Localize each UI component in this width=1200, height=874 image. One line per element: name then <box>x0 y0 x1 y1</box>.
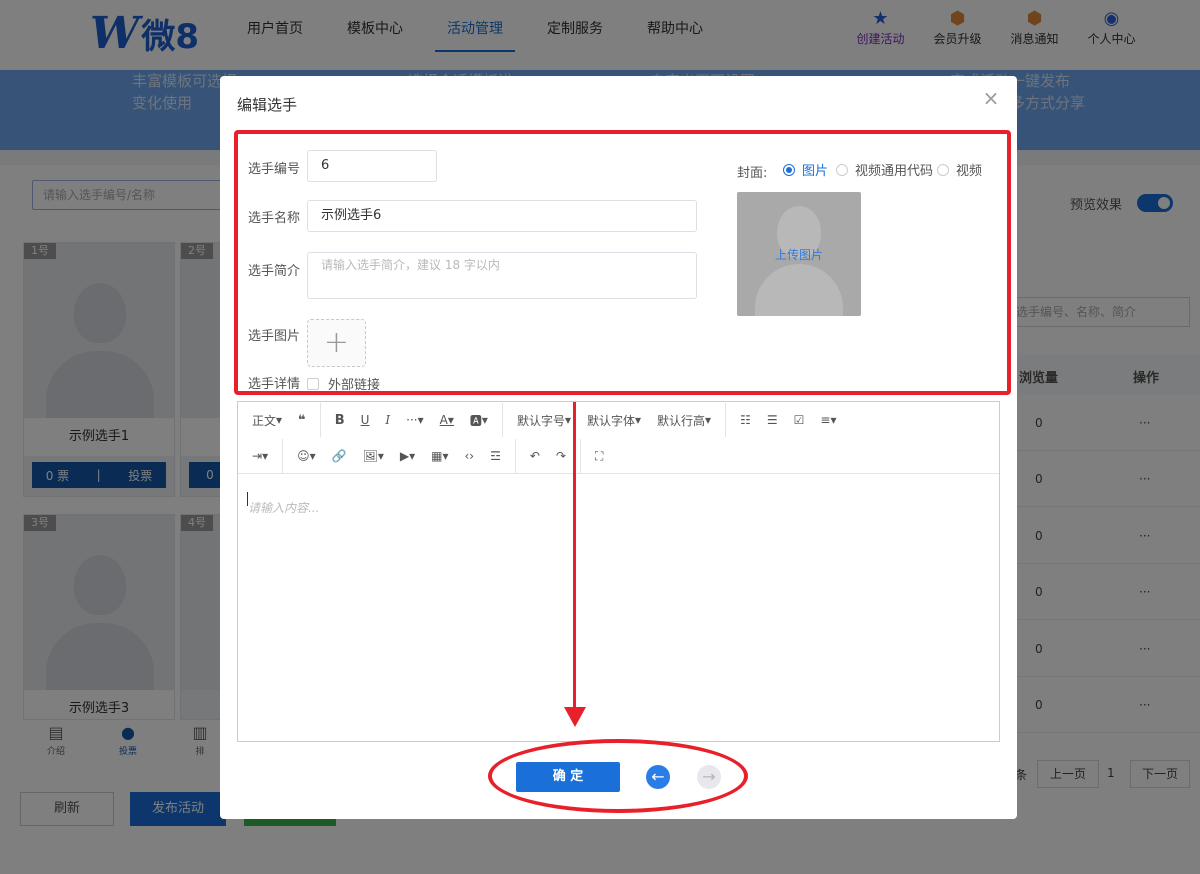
bullet-list-icon[interactable]: ☷ <box>732 406 759 434</box>
annotation-arrow-head <box>564 707 586 727</box>
emoji-dropdown[interactable]: ☺ ▾ <box>289 442 324 470</box>
italic-icon[interactable]: I <box>377 406 398 434</box>
line-height-dropdown[interactable]: 默认行高 ▾ <box>649 406 719 434</box>
undo-icon[interactable]: ↶ <box>522 442 548 470</box>
divider-icon[interactable]: ☲ <box>482 442 509 470</box>
image-dropdown[interactable]: 🖼 ▾ <box>355 442 392 470</box>
dialog-title: 编辑选手 <box>237 96 298 114</box>
video-dropdown[interactable]: ▶ ▾ <box>392 442 423 470</box>
annotation-arrow-line <box>573 402 576 712</box>
previous-player-button[interactable]: ← <box>646 765 670 789</box>
close-icon[interactable]: × <box>981 88 1001 108</box>
arrow-left-icon: ← <box>651 767 665 786</box>
redo-icon[interactable]: ↷ <box>548 442 574 470</box>
rich-text-editor: 正文 ▾ ❝ B U I ··· ▾ A ▾ 🅰 ▾ 默认字号 ▾ 默认字体 ▾ 默认行高 ▾… <box>237 401 1000 742</box>
underline-icon[interactable]: U <box>353 406 378 434</box>
quote-icon[interactable]: ❝ <box>290 406 314 434</box>
table-dropdown[interactable]: ▦ ▾ <box>423 442 456 470</box>
code-icon[interactable]: ‹› <box>457 442 483 470</box>
font-size-dropdown[interactable]: 默认字号 ▾ <box>509 406 579 434</box>
editor-content-area[interactable]: 请输入内容... <box>248 499 319 516</box>
fullscreen-icon[interactable]: ⛶ <box>587 442 611 470</box>
bold-icon[interactable]: B <box>327 406 353 434</box>
indent-dropdown[interactable]: ⇥ ▾ <box>244 442 276 470</box>
paragraph-style-dropdown[interactable]: 正文 ▾ <box>244 406 290 434</box>
align-dropdown[interactable]: ≡ ▾ <box>812 406 844 434</box>
arrow-right-icon: → <box>702 767 716 786</box>
todo-list-icon[interactable]: ☑ <box>786 406 813 434</box>
font-family-dropdown[interactable]: 默认字体 ▾ <box>579 406 649 434</box>
edit-player-dialog: 编辑选手 × 选手编号 6 选手名称 示例选手6 选手简介 请输入选手简介，建议… <box>220 76 1017 819</box>
link-icon[interactable]: 🔗 <box>324 442 355 470</box>
confirm-button[interactable]: 确 定 <box>516 762 620 792</box>
font-color-dropdown[interactable]: A ▾ <box>432 406 462 434</box>
background-color-dropdown[interactable]: 🅰 ▾ <box>462 406 496 434</box>
highlight-rectangle <box>234 130 1011 395</box>
more-format-dropdown[interactable]: ··· ▾ <box>398 406 431 434</box>
next-player-button[interactable]: → <box>697 765 721 789</box>
editor-toolbar: 正文 ▾ ❝ B U I ··· ▾ A ▾ 🅰 ▾ 默认字号 ▾ 默认字体 ▾ 默认行高 ▾… <box>238 402 999 474</box>
numbered-list-icon[interactable]: ☰ <box>759 406 786 434</box>
